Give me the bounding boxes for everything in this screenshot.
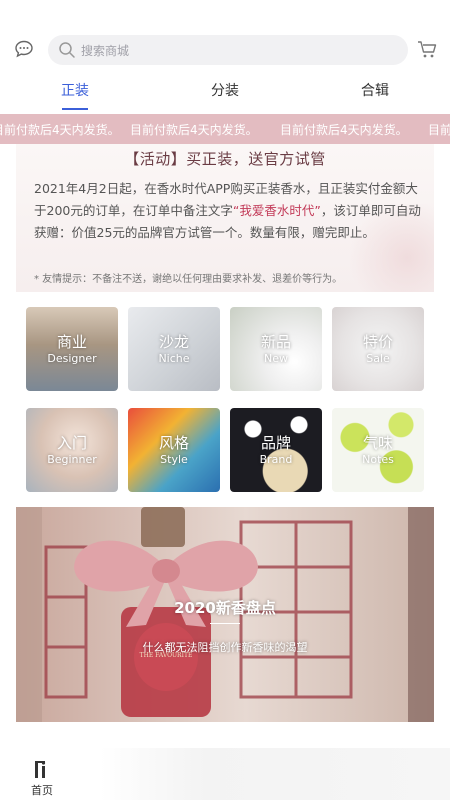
category-label: 商业 — [56, 333, 87, 351]
category-new[interactable]: 新品 New — [230, 307, 322, 391]
shipping-notice-marquee: 目前付款后4天内发货。 目前付款后4天内发货。 目前付款后4天内发货。 目前付款… — [0, 114, 450, 144]
category-label: 气味 — [362, 434, 393, 452]
cart-icon[interactable] — [416, 38, 438, 60]
marquee-text: 目前付款后4天内发货。 — [130, 123, 258, 137]
chat-icon[interactable] — [14, 40, 34, 58]
tab-fenzhuang[interactable]: 分装 — [195, 80, 255, 100]
category-notes[interactable]: 气味 Notes — [332, 408, 424, 492]
search-icon — [59, 42, 75, 58]
category-designer[interactable]: 商业 Designer — [26, 307, 118, 391]
category-sublabel: Niche — [158, 352, 190, 365]
category-sublabel: Notes — [362, 453, 394, 466]
banner-title: 2020新香盘点 — [174, 599, 276, 617]
category-beginner[interactable]: 入门 Beginner — [26, 408, 118, 492]
category-label: 沙龙 — [158, 333, 189, 351]
category-label: 品牌 — [260, 434, 291, 452]
category-niche[interactable]: 沙龙 Niche — [128, 307, 220, 391]
category-style[interactable]: 风格 Style — [128, 408, 220, 492]
category-tabs: 正装 分装 合辑 — [0, 76, 450, 112]
top-header: 搜索商城 — [0, 0, 450, 68]
home-icon — [35, 761, 46, 778]
nav-home-label: 首页 — [31, 784, 53, 797]
category-label: 风格 — [158, 434, 189, 452]
marquee-text: 目前付款后4天内发货。 — [428, 123, 450, 137]
tab-heji[interactable]: 合辑 — [345, 80, 405, 100]
banner-subtitle: 什么都无法阻挡创作新香味的渴望 — [142, 641, 308, 654]
promo-highlight: “我爱香水时代” — [232, 203, 321, 218]
banner-divider — [210, 623, 240, 624]
search-placeholder: 搜索商城 — [81, 44, 130, 58]
category-sale[interactable]: 特价 Sale — [332, 307, 424, 391]
category-sublabel: Sale — [366, 352, 390, 365]
category-brand[interactable]: 品牌 Brand — [230, 408, 322, 492]
search-input[interactable]: 搜索商城 — [48, 35, 408, 65]
category-label: 新品 — [260, 333, 291, 351]
tab-zhengzhuang[interactable]: 正装 — [45, 80, 105, 100]
category-label: 入门 — [56, 434, 87, 452]
marquee-text: 目前付款后4天内发货。 — [280, 123, 408, 137]
promo-tip: * 友情提示：不备注不送，谢绝以任何理由要求补发、退差价等行为。 — [34, 274, 343, 285]
category-sublabel: Style — [160, 453, 188, 466]
bottom-navigation: 首页 — [0, 748, 450, 800]
category-sublabel: Brand — [259, 453, 293, 466]
new-fragrance-banner[interactable]: THE FAVOURITE 2020新香盘点 什么都无法阻挡创作新香味的渴望 — [16, 507, 434, 722]
marquee-text: 目前付款后4天内发货。 — [0, 123, 120, 137]
category-sublabel: New — [264, 352, 288, 365]
category-label: 特价 — [362, 333, 393, 351]
promo-banner[interactable]: 【活动】买正装，送官方试管 2021年4月2日起，在香水时代APP购买正装香水，… — [16, 144, 434, 292]
category-sublabel: Beginner — [47, 453, 97, 466]
promo-title: 【活动】买正装，送官方试管 — [124, 150, 326, 168]
bottom-nav-fade — [100, 748, 450, 800]
category-sublabel: Designer — [47, 352, 97, 365]
active-tab-indicator — [62, 108, 88, 110]
promo-body: 2021年4月2日起，在香水时代APP购买正装香水，且正装实付金额大于200元的… — [34, 178, 422, 244]
